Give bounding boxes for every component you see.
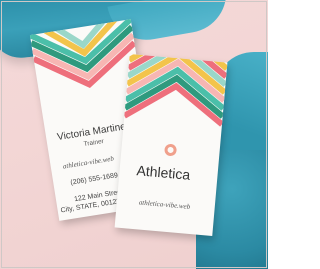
business-card-front: Athletica athletica-vibe.web bbox=[114, 54, 228, 236]
product-photo: Victoria Martine Trainer athletica-vibe.… bbox=[0, 0, 268, 269]
website-text: athletica-vibe.web bbox=[138, 198, 191, 211]
person-title: Trainer bbox=[83, 137, 105, 149]
chevron-stripes-front bbox=[122, 54, 228, 127]
phone-number: (206) 555-1689 bbox=[70, 172, 119, 187]
website-text: athletica-vibe.web bbox=[62, 154, 115, 171]
brand-name: Athletica bbox=[135, 162, 191, 183]
circle-logo-icon bbox=[164, 143, 178, 157]
